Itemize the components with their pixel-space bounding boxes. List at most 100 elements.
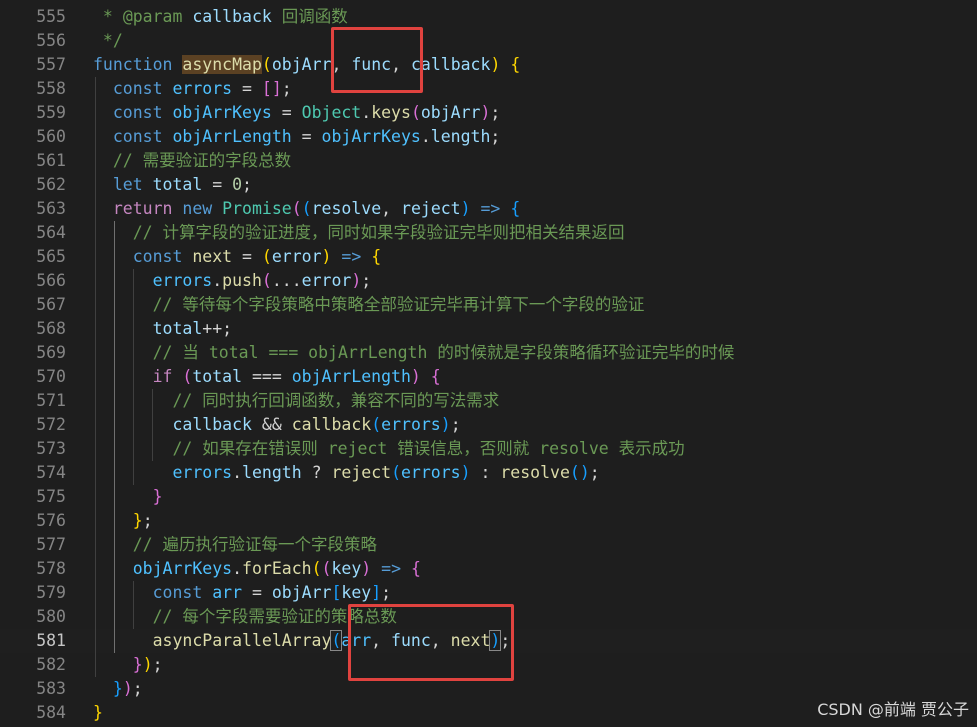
code-token: () <box>569 463 590 482</box>
code-token: => <box>341 247 362 266</box>
code-line[interactable]: 555 * @param callback 回调函数 <box>0 5 977 29</box>
code-line[interactable]: 566 errors.push(...error); <box>0 269 977 293</box>
code-line[interactable]: 563 return new Promise((resolve, reject)… <box>0 197 977 221</box>
code-text: if (total === objArrLength) { <box>93 365 441 389</box>
code-token: const <box>112 127 163 146</box>
code-token: asyncMap <box>182 55 262 74</box>
code-line[interactable]: 578 objArrKeys.forEach((key) => { <box>0 557 977 581</box>
line-number: 561 <box>36 151 66 170</box>
code-line[interactable]: 577 // 遍历执行验证每一个字段策略 <box>0 533 977 557</box>
code-token: = <box>271 103 302 122</box>
code-token: Promise <box>222 199 292 218</box>
line-number: 559 <box>36 103 66 122</box>
code-token: // 遍历执行验证每一个字段策略 <box>132 535 378 554</box>
code-text: errors.length ? reject(errors) : resolve… <box>93 461 599 485</box>
line-number: 580 <box>36 607 66 626</box>
line-number: 555 <box>36 7 66 26</box>
code-line[interactable]: 557 function asyncMap(objArr, func, callb… <box>0 53 977 77</box>
code-text: // 遍历执行验证每一个字段策略 <box>93 533 377 557</box>
line-number: 557 <box>36 55 66 74</box>
code-line[interactable]: 576 }; <box>0 509 977 533</box>
code-text: } <box>93 701 103 725</box>
code-token: objArrKeys <box>321 127 421 146</box>
code-token: error <box>301 271 352 290</box>
code-text: */ <box>93 29 123 53</box>
code-line[interactable]: 567 // 等待每个字段策略中策略全部验证完毕再计算下一个字段的验证 <box>0 293 977 317</box>
code-text: callback && callback(errors); <box>93 413 460 437</box>
code-line[interactable]: 561 // 需要验证的字段总数 <box>0 149 977 173</box>
code-token: { <box>430 367 441 386</box>
code-token: objArr <box>420 103 481 122</box>
code-token: const <box>112 79 163 98</box>
line-number: 568 <box>36 319 66 338</box>
code-token: reject <box>331 463 392 482</box>
code-token: ( <box>391 463 401 482</box>
code-token: { <box>510 199 521 218</box>
code-token: ; <box>242 175 252 194</box>
code-editor[interactable]: 555 * @param callback 回调函数 556 */557 funct… <box>0 0 977 727</box>
code-line[interactable]: 556 */ <box>0 29 977 53</box>
code-token: ) <box>460 199 471 218</box>
code-token: ) <box>122 679 133 698</box>
code-line[interactable]: 579 const arr = objArr[key]; <box>0 581 977 605</box>
code-token: ) <box>410 367 421 386</box>
code-token: { <box>410 559 421 578</box>
code-token: const <box>112 103 163 122</box>
code-line[interactable]: 572 callback && callback(errors); <box>0 413 977 437</box>
line-number: 558 <box>36 79 66 98</box>
code-token: reject <box>401 199 461 218</box>
code-line[interactable]: 558 const errors = []; <box>0 77 977 101</box>
code-token: 回调函数 <box>271 7 348 26</box>
code-line[interactable]: 571 // 同时执行回调函数，兼容不同的写法需求 <box>0 389 977 413</box>
code-token: asyncParallelArray <box>152 631 332 650</box>
code-token: new <box>182 199 213 218</box>
line-number: 563 <box>36 199 66 218</box>
code-line[interactable]: 575 } <box>0 485 977 509</box>
code-line[interactable]: 570 if (total === objArrLength) { <box>0 365 977 389</box>
code-token: && <box>251 415 292 434</box>
code-token: ( <box>371 415 382 434</box>
line-number: 575 <box>36 487 66 506</box>
code-line[interactable]: 562 let total = 0; <box>0 173 977 197</box>
code-line[interactable]: 573 // 如果存在错误则 reject 错误信息，否则就 resolve 表… <box>0 437 977 461</box>
code-token: ) <box>321 247 332 266</box>
code-line[interactable]: 568 total++; <box>0 317 977 341</box>
code-line[interactable]: 565 const next = (error) => { <box>0 245 977 269</box>
indent-guide <box>133 581 134 629</box>
code-text: // 同时执行回调函数，兼容不同的写法需求 <box>93 389 499 413</box>
code-line[interactable]: 564 // 计算字段的验证进度，同时如果字段验证完毕则把相关结果返回 <box>0 221 977 245</box>
line-number: 584 <box>36 703 66 722</box>
code-token: ; <box>281 79 292 98</box>
code-line[interactable]: 559 const objArrKeys = Object.keys(objAr… <box>0 101 977 125</box>
code-token: ( <box>261 271 272 290</box>
code-text: // 等待每个字段策略中策略全部验证完毕再计算下一个字段的验证 <box>93 293 645 317</box>
code-token: : <box>470 463 501 482</box>
code-text: }); <box>93 653 163 677</box>
code-line[interactable]: 574 errors.length ? reject(errors) : res… <box>0 461 977 485</box>
code-token: return <box>112 199 173 218</box>
code-line[interactable]: 560 const objArrLength = objArrKeys.leng… <box>0 125 977 149</box>
code-token: => <box>480 199 501 218</box>
line-number: 567 <box>36 295 66 314</box>
line-number: 576 <box>36 511 66 530</box>
code-token: // 计算字段的验证进度，同时如果字段验证完毕则把相关结果返回 <box>132 223 625 242</box>
code-line[interactable]: 569 // 当 total === objArrLength 的时候就是字段策… <box>0 341 977 365</box>
code-token: ( <box>311 559 322 578</box>
code-text: return new Promise((resolve, reject) => … <box>93 197 520 221</box>
code-token: objArr <box>271 55 332 74</box>
line-number: 577 <box>36 535 66 554</box>
highlight-box-func-next <box>348 604 514 681</box>
code-text: // 需要验证的字段总数 <box>93 149 291 173</box>
